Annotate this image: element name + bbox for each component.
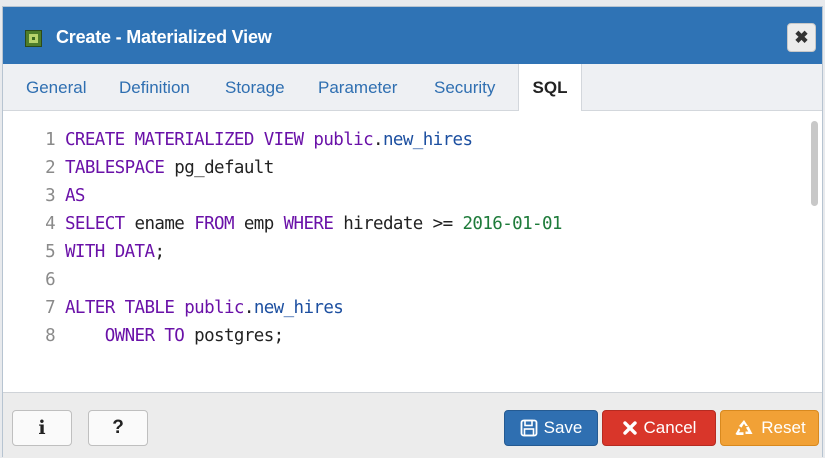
close-icon: ✖	[794, 28, 809, 47]
info-button[interactable]: i	[12, 410, 72, 446]
cancel-button[interactable]: Cancel	[602, 410, 716, 446]
reset-button[interactable]: Reset	[720, 410, 819, 446]
tab-storage[interactable]: Storage	[225, 64, 285, 111]
close-button[interactable]: ✖	[787, 23, 816, 52]
line-number: 8	[45, 326, 56, 346]
sql-editor[interactable]: 1 2 3 4 5 6 7 8 CREATE MATERIALIZED VIEW…	[3, 111, 822, 393]
recycle-icon	[733, 418, 755, 438]
info-icon: i	[38, 417, 46, 439]
line-number: 6	[45, 270, 56, 290]
save-button[interactable]: Save	[504, 410, 598, 446]
cancel-label: Cancel	[643, 418, 697, 437]
dialog-titlebar[interactable]: Create - Materialized View ✖	[3, 7, 822, 64]
line-number: 2	[45, 158, 56, 178]
cancel-icon	[622, 420, 638, 436]
code-line: CREATE MATERIALIZED VIEW public.new_hire…	[65, 130, 473, 150]
tab-bar: General Definition Storage Parameter Sec…	[3, 64, 822, 112]
save-label: Save	[543, 418, 583, 437]
save-icon	[520, 419, 538, 437]
code-line: SELECT ename FROM emp WHERE hiredate >= …	[65, 214, 562, 234]
line-number: 4	[45, 214, 56, 234]
editor-scrollbar[interactable]	[811, 121, 818, 206]
help-button[interactable]: ?	[88, 410, 148, 446]
line-number: 1	[45, 130, 56, 150]
line-number: 7	[45, 298, 56, 318]
reset-label: Reset	[761, 418, 806, 437]
tab-parameter[interactable]: Parameter	[318, 64, 397, 111]
dialog-title: Create - Materialized View	[56, 27, 272, 47]
tab-security[interactable]: Security	[434, 64, 495, 111]
code-line: OWNER TO postgres;	[104, 326, 284, 346]
code-line: ALTER TABLE public.new_hires	[65, 298, 344, 318]
create-materialized-view-dialog: Create - Materialized View ✖ General Def…	[2, 6, 823, 458]
help-icon: ?	[112, 417, 124, 438]
tab-general[interactable]: General	[26, 64, 86, 111]
materialized-view-icon	[25, 30, 42, 47]
line-number: 3	[45, 186, 56, 206]
code-line: AS	[65, 186, 85, 206]
code-line: TABLESPACE pg_default	[65, 158, 274, 178]
code-line: WITH DATA;	[65, 242, 165, 262]
line-number: 5	[45, 242, 56, 262]
tab-sql[interactable]: SQL	[518, 64, 582, 112]
tab-definition[interactable]: Definition	[119, 64, 190, 111]
dialog-footer: i ? Save Cancel Reset	[3, 392, 822, 458]
